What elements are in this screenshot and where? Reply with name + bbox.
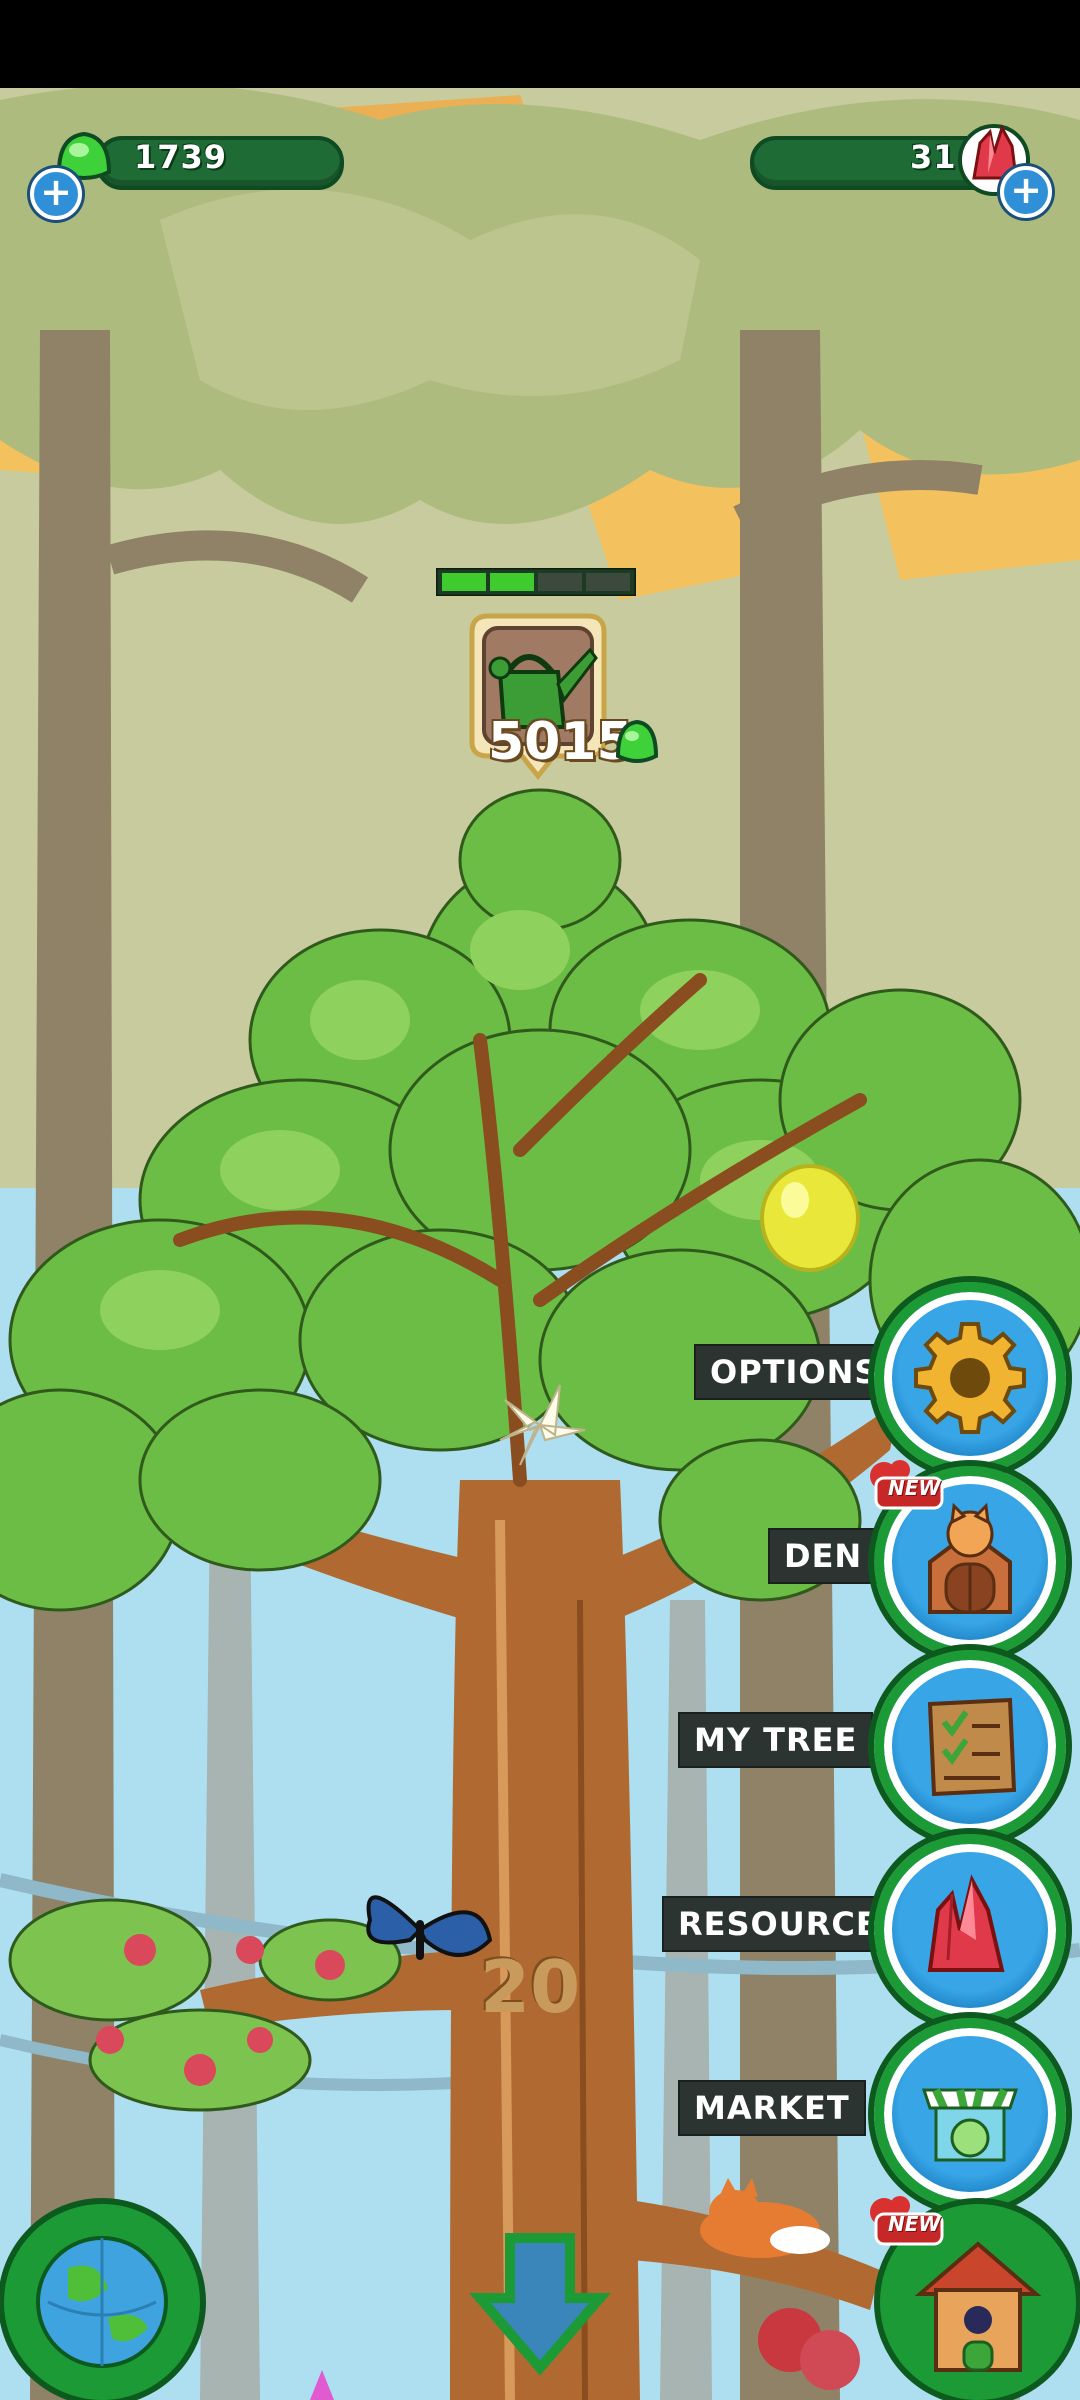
my-tree-button[interactable]: [874, 1650, 1066, 1842]
crystal-currency[interactable]: 31 +: [730, 124, 1060, 218]
crystal-icon: [927, 1874, 1005, 1972]
add-crystals-button[interactable]: +: [1000, 166, 1052, 218]
new-badge-text: NEW: [888, 1476, 941, 1500]
den-new-badge: NEW: [866, 1458, 950, 1518]
fruit: [760, 1164, 860, 1272]
watering-progress: [436, 568, 636, 596]
down-arrow-icon[interactable]: [470, 2228, 610, 2378]
world-map-button[interactable]: [4, 2204, 200, 2400]
globe-icon: [36, 2236, 168, 2368]
gem-count: 1739: [134, 138, 228, 176]
add-gems-button[interactable]: +: [30, 168, 82, 220]
gear-icon: [914, 1322, 1026, 1434]
tree-level: 20: [480, 1945, 581, 2029]
market-button[interactable]: [874, 2018, 1066, 2210]
checklist-board-icon: [927, 1697, 1017, 1797]
new-badge-text: NEW: [888, 2212, 941, 2236]
den-label[interactable]: DEN: [768, 1528, 879, 1584]
crystal-count: 31: [910, 138, 957, 176]
cat-house-icon: [928, 1502, 1012, 1614]
gem-currency[interactable]: 1739 +: [26, 128, 356, 220]
options-label[interactable]: OPTIONS: [694, 1344, 895, 1400]
my-tree-label[interactable]: MY TREE: [678, 1712, 874, 1768]
resources-button[interactable]: [874, 1834, 1066, 2026]
home-new-badge: NEW: [866, 2194, 950, 2254]
market-label[interactable]: MARKET: [678, 2080, 866, 2136]
status-bar: [0, 0, 1080, 88]
shop-icon: [921, 2088, 1019, 2162]
options-button[interactable]: [874, 1282, 1066, 1474]
green-gem-icon: [615, 719, 659, 763]
